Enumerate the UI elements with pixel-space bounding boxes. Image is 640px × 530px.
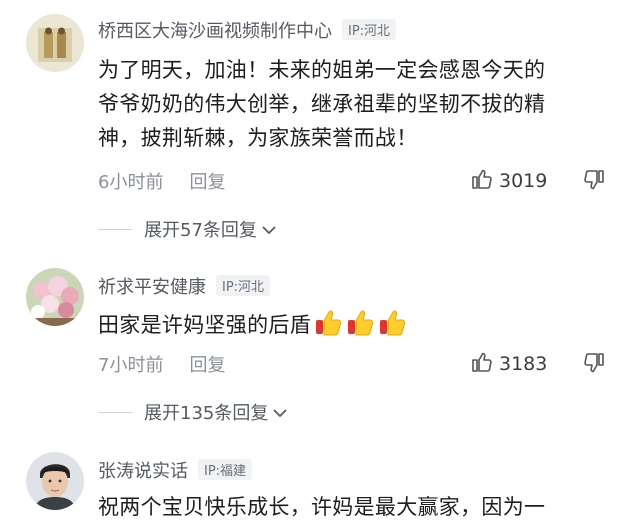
avatar[interactable] [26, 14, 84, 72]
ip-badge: IP:河北 [342, 19, 397, 40]
username[interactable]: 祈求平安健康 IP:河北 [98, 273, 271, 299]
comment-content: 田家是许妈坚强的后盾 [98, 308, 608, 348]
dislike-button[interactable] [582, 351, 606, 379]
like-count: 3183 [499, 353, 548, 375]
thumbs-up-emoji-icon [313, 308, 343, 348]
username-text[interactable]: 桥西区大海沙画视频制作中心 [98, 21, 332, 42]
avatar-couple-photo-icon [26, 14, 84, 72]
like-count: 3019 [499, 170, 548, 192]
emoji-group [311, 310, 407, 337]
avatar[interactable] [26, 268, 84, 326]
expand-replies-button[interactable]: 展开135条回复 [98, 399, 288, 425]
comment-item: 桥西区大海沙画视频制作中心 IP:河北 为了明天，加油！未来的姐弟一定会感恩今天的… [0, 0, 640, 250]
timestamp: 7小时前 [98, 355, 164, 376]
content-line: 爷爷奶奶的伟大创举，继承祖辈的坚韧不拔的精 [98, 92, 546, 116]
content-line: 祝两个宝贝快乐成长，许妈是最大赢家，因为一 [98, 495, 546, 519]
username-text[interactable]: 祈求平安健康 [98, 277, 206, 298]
username[interactable]: 张涛说实话 IP:福建 [98, 457, 253, 483]
expand-replies-label[interactable]: 展开135条回复 [144, 403, 268, 424]
comment-meta: 7小时前 回复 [98, 351, 225, 377]
content-line: 神，披荆斩棘，为家族荣誉而战！ [98, 126, 418, 150]
comment-item: 祈求平安健康 IP:河北 田家是许妈坚强的后盾 7小时前 回复 3183 展开135… [0, 250, 640, 440]
ip-badge: IP:河北 [216, 275, 271, 296]
chevron-down-icon [273, 409, 287, 418]
comment-content: 为了明天，加油！未来的姐弟一定会感恩今天的 爷爷奶奶的伟大创举，继承祖辈的坚韧不… [98, 53, 608, 155]
comment-item: 张涛说实话 IP:福建 祝两个宝贝快乐成长，许妈是最大赢家，因为一 [0, 440, 640, 530]
username[interactable]: 桥西区大海沙画视频制作中心 IP:河北 [98, 17, 397, 43]
thumbs-up-icon [472, 169, 492, 189]
expand-replies-label[interactable]: 展开57条回复 [144, 220, 257, 241]
content-line: 田家是许妈坚强的后盾 [98, 313, 311, 337]
thumbs-down-icon [584, 353, 604, 373]
thumbs-up-emoji-icon [377, 308, 407, 348]
comment-meta: 6小时前 回复 [98, 168, 225, 194]
avatar-flowers-photo-icon [26, 268, 84, 326]
thumbs-up-icon [472, 352, 492, 372]
divider-line [98, 229, 132, 230]
avatar-man-photo-icon [26, 452, 84, 510]
content-line: 为了明天，加油！未来的姐弟一定会感恩今天的 [98, 58, 546, 82]
username-text[interactable]: 张涛说实话 [98, 461, 188, 482]
thumbs-up-emoji-icon [345, 308, 375, 348]
expand-replies-button[interactable]: 展开57条回复 [98, 216, 277, 242]
like-button[interactable]: 3183 [470, 350, 547, 375]
thumbs-down-icon [584, 170, 604, 190]
avatar[interactable] [26, 452, 84, 510]
reply-button[interactable]: 回复 [189, 172, 225, 193]
timestamp: 6小时前 [98, 172, 164, 193]
ip-badge: IP:福建 [198, 459, 253, 480]
like-button[interactable]: 3019 [470, 167, 547, 192]
divider-line [98, 412, 132, 413]
dislike-button[interactable] [582, 168, 606, 196]
comment-content: 祝两个宝贝快乐成长，许妈是最大赢家，因为一 [98, 490, 608, 524]
chevron-down-icon [262, 226, 276, 235]
reply-button[interactable]: 回复 [189, 355, 225, 376]
